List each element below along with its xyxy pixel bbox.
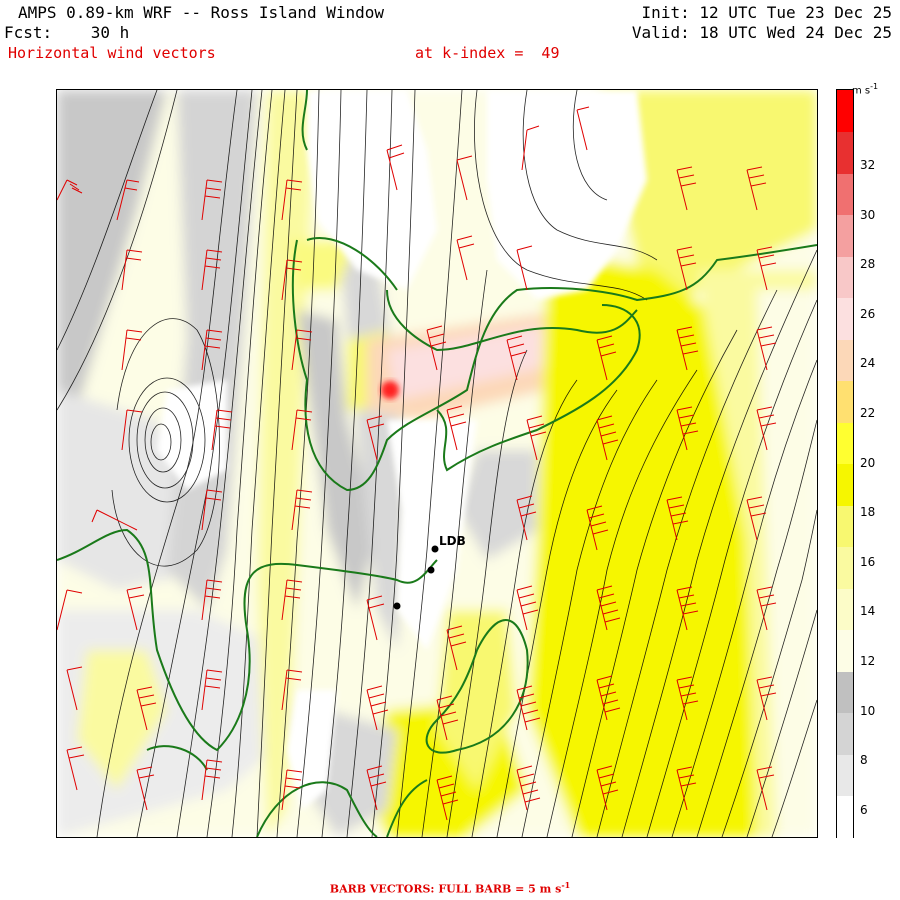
station-ldb-marker: [431, 545, 439, 553]
barb-legend-exp: -1: [561, 880, 571, 890]
field-name: Horizontal wind vectors: [8, 44, 216, 62]
colorbar-tick-label: 6: [860, 802, 868, 817]
colorbar-tick-label: 24: [860, 356, 876, 371]
level-index: at k-index = 49: [415, 44, 560, 62]
colorbar-segment: [837, 795, 853, 838]
colorbar-units-exp: -1: [870, 82, 879, 91]
colorbar-segment: [837, 256, 853, 298]
colorbar-segment: [837, 754, 853, 796]
fcst-value: 30 h: [90, 23, 130, 42]
colorbar-tick-label: 30: [860, 207, 876, 222]
colorbar-tick-label: 20: [860, 455, 876, 470]
colorbar-segment: [837, 712, 853, 755]
colorbar-segment: [837, 629, 853, 672]
wind-max-spot: [381, 381, 399, 399]
station-ldb-label: LDB: [439, 534, 466, 548]
fcst-label: Fcst:: [4, 23, 53, 42]
colorbar-tick-label: 14: [860, 604, 876, 619]
colorbar-segment: [837, 173, 853, 215]
colorbar: [836, 89, 854, 838]
forecast-hour: Fcst: 30 h: [4, 24, 129, 42]
colorbar-tick-label: 26: [860, 306, 876, 321]
colorbar-tick-label: 28: [860, 257, 876, 272]
wind-map: LDB: [56, 89, 818, 838]
barb-legend-text: BARB VECTORS: FULL BARB = 5 m s: [329, 882, 562, 896]
colorbar-tick-label: 12: [860, 654, 876, 668]
colorbar-segment: [837, 505, 853, 547]
colorbar-segment: [837, 463, 853, 506]
colorbar-segment: [837, 214, 853, 257]
map-plot: LDB: [57, 90, 817, 837]
colorbar-tick-label: 32: [860, 158, 876, 172]
map-title: AMPS 0.89-km WRF -- Ross Island Window: [18, 3, 385, 22]
valid-time: Valid: 18 UTC Wed 24 Dec 25: [631, 23, 892, 42]
barb-legend: BARB VECTORS: FULL BARB = 5 m s-1: [0, 880, 900, 896]
colorbar-tick-label: 18: [860, 505, 876, 520]
colorbar-segment: [837, 422, 853, 464]
station-marker: [393, 602, 401, 610]
colorbar-segment: [837, 588, 853, 630]
colorbar-tick-label: 22: [860, 406, 876, 420]
colorbar-units: m s-1: [852, 82, 878, 96]
colorbar-tick-label: 8: [860, 753, 868, 768]
colorbar-tick-label: 10: [860, 703, 876, 718]
colorbar-segment: [837, 380, 853, 423]
colorbar-segment: [837, 297, 853, 340]
colorbar-segment: [837, 339, 853, 381]
colorbar-units-text: m s: [852, 85, 871, 97]
station-marker: [427, 566, 435, 574]
init-time: Init: 12 UTC Tue 23 Dec 25: [641, 3, 892, 22]
colorbar-segment: [837, 546, 853, 589]
colorbar-segment: [837, 671, 853, 713]
colorbar-tick-label: 16: [860, 554, 876, 569]
colorbar-segment: [837, 90, 853, 132]
colorbar-segment: [837, 131, 853, 174]
